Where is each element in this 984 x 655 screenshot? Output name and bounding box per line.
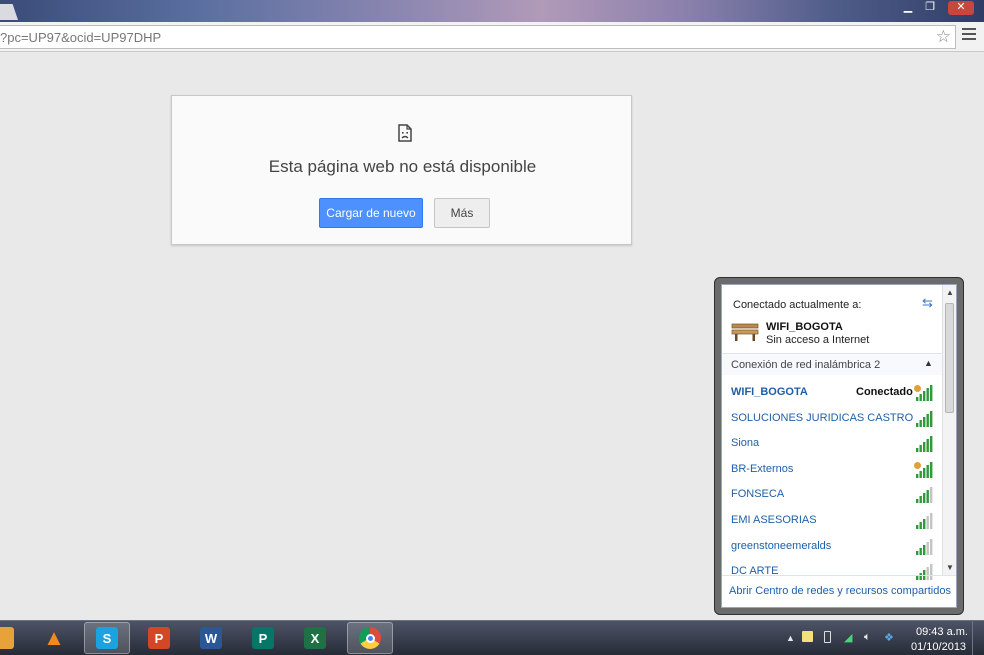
show-desktop-button[interactable] (972, 621, 984, 655)
bookmark-star-icon[interactable]: ☆ (936, 27, 951, 47)
network-item[interactable]: WIFI_BOGOTA Conectado (722, 381, 944, 405)
network-item[interactable]: greenstoneemeralds (722, 535, 944, 559)
security-shield-icon (914, 385, 921, 392)
network-name: BR-Externos (731, 462, 794, 475)
taskbar-chrome-button[interactable] (347, 622, 393, 654)
taskbar: ▲ S P W P X ▲ ◢ 🔈︎ ❖ 09:43 a.m. 01/10/2013 (0, 620, 984, 655)
flag-icon[interactable] (802, 631, 813, 642)
signal-strength-icon (916, 410, 933, 427)
close-button[interactable]: ✕ (948, 1, 974, 15)
taskbar-powerpoint-button[interactable]: P (136, 622, 182, 654)
word-icon: W (200, 627, 222, 649)
network-item[interactable]: SOLUCIONES JURIDICAS CASTRO (722, 407, 944, 431)
network-panel: Conectado actualmente a: ⇆ WIFI_BOGOTA S… (721, 284, 957, 608)
network-name: SOLUCIONES JURIDICAS CASTRO (731, 411, 914, 424)
footer-divider (722, 575, 956, 576)
explorer-icon (0, 627, 14, 649)
network-item[interactable]: FONSECA (722, 483, 944, 507)
signal-strength-icon (914, 461, 933, 478)
chrome-icon (359, 627, 381, 649)
taskbar-explorer-button[interactable] (0, 622, 26, 654)
url-text[interactable]: ?pc=UP97&ocid=UP97DHP (0, 30, 161, 45)
taskbar-word-button[interactable]: W (188, 622, 234, 654)
open-network-center-link[interactable]: Abrir Centro de redes y recursos compart… (722, 585, 956, 597)
show-hidden-icons-icon[interactable]: ▲ (786, 633, 795, 643)
signal-strength-icon (916, 564, 933, 581)
signal-strength-icon (916, 436, 933, 453)
chrome-center-dot (365, 633, 375, 643)
refresh-icon[interactable]: ⇆ (922, 295, 933, 311)
maximize-button[interactable]: ❐ (920, 1, 940, 15)
taskbar-publisher-button[interactable]: P (240, 622, 286, 654)
chrome-menu-icon[interactable] (962, 28, 976, 43)
scrollbar-thumb[interactable] (945, 303, 954, 413)
network-flyout: Conectado actualmente a: ⇆ WIFI_BOGOTA S… (714, 277, 964, 615)
device-icon[interactable] (824, 631, 831, 643)
scroll-down-icon[interactable]: ▼ (943, 563, 956, 572)
browser-tab-edge[interactable] (0, 4, 18, 20)
vlc-icon: ▲ (43, 625, 65, 650)
volume-icon[interactable]: 🔈︎ (864, 631, 871, 644)
minimize-button[interactable]: ▁ (898, 1, 918, 15)
excel-icon: X (304, 627, 326, 649)
current-connection-label: Conectado actualmente a: (733, 299, 862, 311)
network-tray-icon[interactable]: ◢ (844, 631, 852, 644)
current-network-status: Sin acceso a Internet (766, 334, 870, 346)
taskbar-vlc-button[interactable]: ▲ (31, 622, 77, 654)
signal-strength-icon (916, 487, 933, 504)
window-titlebar: ▁ ❐ ✕ (0, 0, 984, 22)
signal-strength-icon (914, 385, 933, 401)
scroll-up-icon[interactable]: ▲ (943, 288, 956, 297)
current-network-name: WIFI_BOGOTA (766, 321, 843, 333)
powerpoint-icon: P (148, 627, 170, 649)
skype-icon: S (96, 627, 118, 649)
bench-icon (731, 323, 759, 341)
adapter-header[interactable]: Conexión de red inalámbrica 2 ▲ (722, 353, 944, 375)
browser-toolbar: ?pc=UP97&ocid=UP97DHP ☆ (0, 22, 984, 52)
collapse-chevron-icon[interactable]: ▲ (924, 358, 933, 368)
more-button[interactable]: Más (434, 198, 490, 228)
network-name: FONSECA (731, 488, 785, 501)
clock-date[interactable]: 01/10/2013 (911, 641, 966, 653)
network-status: Conectado (856, 386, 913, 398)
network-item[interactable]: EMI ASESORIAS (722, 509, 944, 533)
network-list-scrollbar[interactable]: ▲ ▼ (942, 285, 956, 575)
network-name: EMI ASESORIAS (731, 514, 817, 526)
security-shield-icon (914, 461, 921, 469)
network-name: greenstoneemeralds (731, 539, 832, 552)
signal-strength-icon (916, 538, 933, 555)
reload-button[interactable]: Cargar de nuevo (319, 198, 423, 228)
taskbar-skype-button[interactable]: S (84, 622, 130, 654)
taskbar-excel-button[interactable]: X (292, 622, 338, 654)
sad-page-icon (398, 124, 412, 142)
network-item[interactable]: BR-Externos (722, 458, 944, 482)
signal-strength-icon (916, 513, 933, 529)
network-name: WIFI_BOGOTA (731, 386, 808, 398)
network-name: Siona (731, 437, 760, 450)
address-bar[interactable]: ?pc=UP97&ocid=UP97DHP ☆ (0, 25, 956, 49)
adapter-label: Conexión de red inalámbrica 2 (731, 359, 881, 371)
clock-time[interactable]: 09:43 a.m. (916, 626, 968, 638)
network-item[interactable]: Siona (722, 432, 944, 456)
error-title: Esta página web no está disponible (268, 157, 537, 176)
publisher-icon: P (252, 627, 274, 649)
error-card: Esta página web no está disponible Carga… (171, 95, 632, 245)
dropbox-icon[interactable]: ❖ (884, 631, 894, 644)
network-item[interactable]: DC ARTE (722, 560, 944, 584)
